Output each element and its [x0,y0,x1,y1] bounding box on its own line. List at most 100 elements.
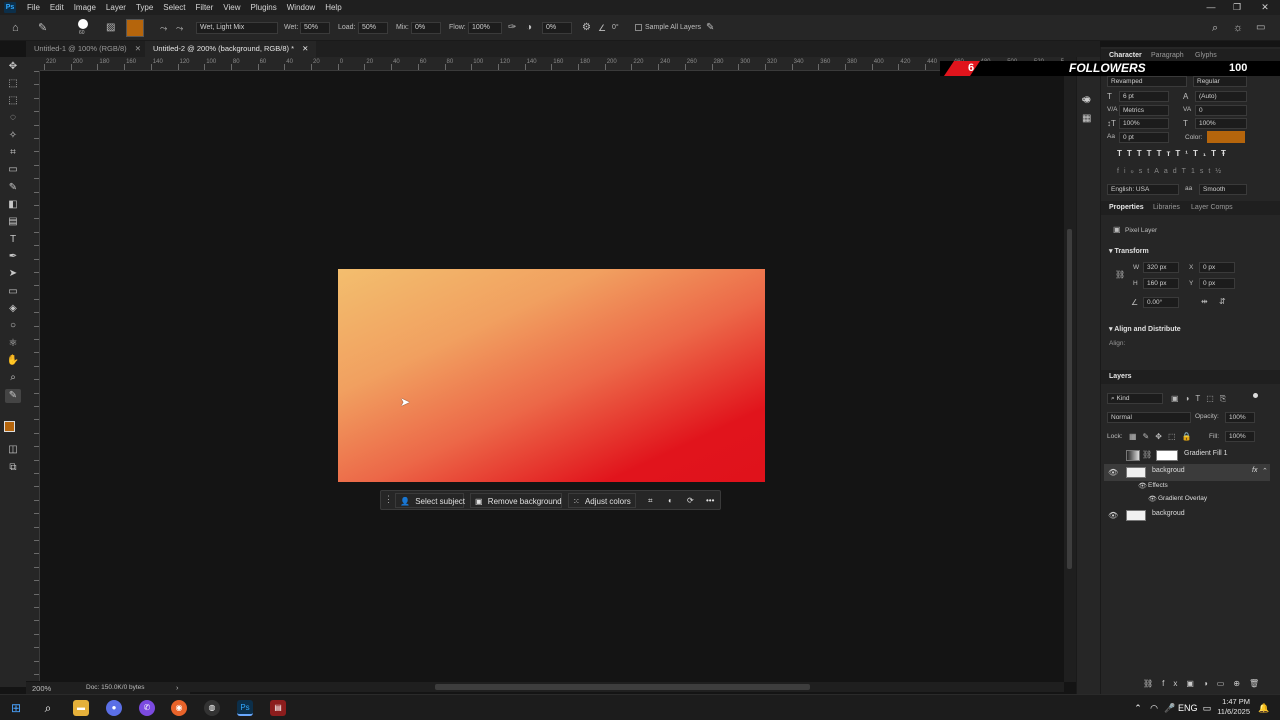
wet-field[interactable]: 50% [300,22,330,34]
flip-vertical-icon[interactable]: ⇵ [1219,297,1226,306]
opacity-field[interactable]: 100% [1225,412,1255,423]
vertical-scrollbar[interactable] [1064,57,1076,682]
tab-untitled-1[interactable]: Untitled-1 @ 100% (RGB/8) ✕ [26,41,149,57]
text-color-swatch[interactable] [1207,131,1245,143]
antialias-select[interactable]: Smooth [1199,184,1247,195]
tab-layer-comps[interactable]: Layer Comps [1191,201,1233,215]
screen-mode-icon[interactable]: ⧉ [5,461,21,475]
tab-close-icon[interactable]: ✕ [302,44,308,53]
clock-time[interactable]: 1:47 PM [1200,697,1250,706]
ellipse-tool-icon[interactable]: ○ [5,319,21,333]
adjust-colors-button[interactable]: ⁙ Adjust colors [568,493,636,508]
menu-type[interactable]: Type [131,3,158,12]
brush-tool-icon[interactable]: ✎ [5,181,21,195]
flip-horizontal-icon[interactable]: ⇹ [1201,297,1208,306]
flow-field[interactable]: 100% [468,22,502,34]
rectangle-tool-icon[interactable]: ▭ [5,285,21,299]
smoothing-icon[interactable]: ◑ [526,15,532,41]
align-section-title[interactable]: ▾ Align and Distribute [1109,325,1181,333]
menu-view[interactable]: View [218,3,245,12]
gradient-canvas[interactable] [338,269,765,482]
status-arrow-icon[interactable]: › [176,683,179,692]
font-size-field[interactable]: 6 pt [1119,91,1169,102]
horizontal-scrollbar[interactable] [190,682,1064,692]
grid-panel-icon[interactable]: ▦ [1082,113,1091,124]
tab-layers[interactable]: Layers [1109,370,1132,384]
tab-properties[interactable]: Properties [1109,201,1144,215]
settings-gear-icon[interactable]: ⚙ [582,15,591,41]
tray-chevron-icon[interactable]: ⌃ [1130,700,1146,716]
viber-icon[interactable]: ✆ [139,700,155,716]
eraser-tool-icon[interactable]: ◧ [5,198,21,212]
crop-icon[interactable]: ⌗ [644,493,653,508]
minimize-icon[interactable]: — [1198,0,1224,15]
workspace-icon[interactable]: ▭ [1256,15,1265,41]
menu-select[interactable]: Select [158,3,190,12]
pen-tool-icon[interactable]: ✒ [5,250,21,264]
tab-libraries[interactable]: Libraries [1153,201,1180,215]
mix-field[interactable]: 0% [411,22,441,34]
move-tool-icon[interactable]: ✥ [5,60,21,74]
layer-row-gradient-fill[interactable]: ⛓ Gradient Fill 1 [1104,447,1270,464]
visibility-eye-icon[interactable]: 👁 [1108,511,1118,520]
height-field[interactable]: 160 px [1143,278,1179,289]
layer-filter-icons[interactable]: ▣◑T⬚⎘ [1171,394,1232,404]
search-icon[interactable]: ⌕ [40,700,56,716]
clean-brush-icon[interactable]: ⤳ [176,15,183,41]
zoom-tool-icon[interactable]: ⌕ [5,371,21,385]
pressure-icon[interactable]: ✎ [706,15,714,41]
kerning-field[interactable]: Metrics [1119,105,1169,116]
foreground-color-swatch[interactable] [4,421,15,432]
effect-eye-icon[interactable]: 👁 [1138,482,1147,490]
menu-edit[interactable]: Edit [45,3,69,12]
winrar-icon[interactable]: ▤ [270,700,286,716]
quick-select-tool-icon[interactable]: ✧ [5,129,21,143]
wifi-icon[interactable]: ◠ [1146,700,1162,716]
y-field[interactable]: 0 px [1199,278,1235,289]
airbrush-icon[interactable]: ✑ [508,15,516,41]
layer-row-gradient-overlay[interactable]: 👁 Gradient Overlay [1104,494,1270,507]
menu-help[interactable]: Help [320,3,346,12]
load-field[interactable]: 50% [358,22,388,34]
notifications-icon[interactable]: 🔔 [1256,700,1272,716]
font-family-select[interactable]: Revamped [1107,76,1187,87]
horizontal-scale-field[interactable]: 100% [1195,118,1247,129]
menu-window[interactable]: Window [282,3,320,12]
adjustment-icon[interactable]: ◐ [664,493,673,508]
mixer-brush-tool-icon[interactable]: ✎ [5,389,21,403]
drag-handle-icon[interactable]: ⋮ [384,494,393,505]
marquee-tool-icon[interactable]: ⬚ [5,94,21,108]
menu-file[interactable]: File [22,3,45,12]
tab-untitled-2[interactable]: Untitled-2 @ 200% (background, RGB/8) * … [145,41,317,57]
windows-start-icon[interactable]: ⊞ [8,700,24,716]
zoom-level[interactable]: 200% [32,684,51,693]
clock-date[interactable]: 11/6/2025 [1200,707,1250,716]
paint-bucket-tool-icon[interactable]: ◈ [5,302,21,316]
tab-close-icon[interactable]: ✕ [135,44,141,53]
collapse-arrow-icon[interactable]: ⌃ [1262,467,1268,475]
language-select[interactable]: English: USA [1107,184,1179,195]
remove-background-button[interactable]: ▣ Remove background [470,493,562,508]
more-options-button[interactable]: ••• [702,493,714,508]
width-field[interactable]: 320 px [1143,262,1179,273]
obs-icon[interactable]: ◍ [204,700,220,716]
path-select-tool-icon[interactable]: ➤ [5,267,21,281]
character-panel-icon[interactable]: ⚯ [1082,95,1090,106]
sample-all-layers-checkbox[interactable] [635,24,642,31]
patch-tool-icon[interactable]: ⚛ [5,337,21,351]
menu-plugins[interactable]: Plugins [246,3,282,12]
layer-row-backgroud-effects[interactable]: 👁 backgroud fx ⌃ [1104,464,1270,481]
firefox-icon[interactable]: ◉ [171,700,187,716]
transform-section-title[interactable]: ▾ Transform [1109,247,1149,255]
angle-icon[interactable]: ∠ [598,15,606,41]
opentype-buttons[interactable]: fiℴstAadT1st½ [1117,167,1226,175]
overlay-eye-icon[interactable]: 👁 [1148,495,1157,503]
link-icon[interactable]: ⛓ [1115,270,1125,279]
angle-field[interactable]: 0.00° [1143,297,1179,308]
vertical-scroll-thumb[interactable] [1067,229,1072,569]
generate-icon[interactable]: ⟳ [683,493,694,508]
horizontal-scroll-thumb[interactable] [435,684,810,690]
mixer-brush-tool-icon[interactable]: ✎ [38,15,47,41]
blend-mode-select[interactable]: Normal [1107,412,1191,423]
font-style-select[interactable]: Regular [1193,76,1247,87]
